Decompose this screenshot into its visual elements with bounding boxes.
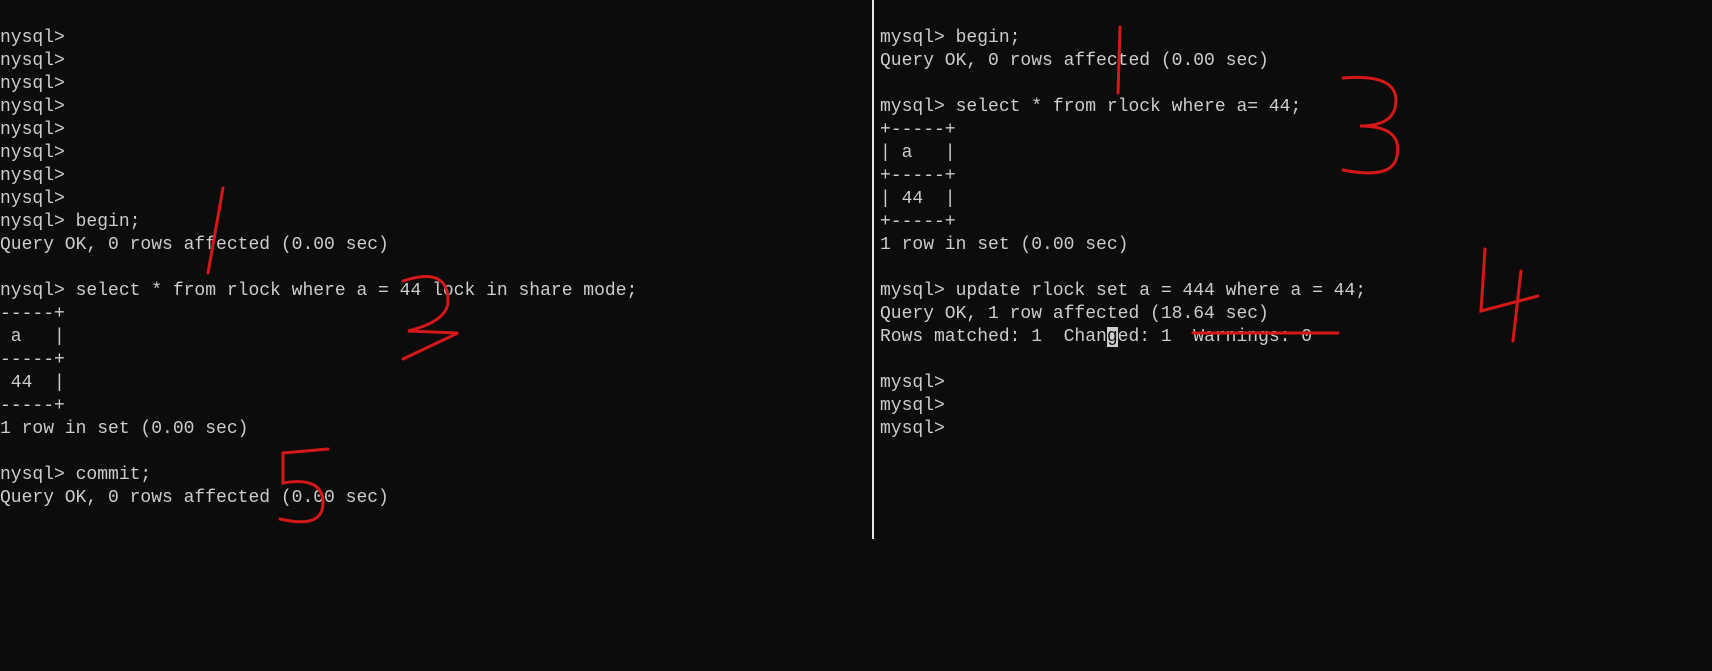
- left-terminal[interactable]: nysql> nysql> nysql> nysql> nysql> nysql…: [0, 0, 874, 539]
- terminal-output-right: mysql> begin; Query OK, 0 rows affected …: [880, 27, 1712, 441]
- right-terminal[interactable]: mysql> begin; Query OK, 0 rows affected …: [880, 0, 1712, 539]
- terminal-output-left: nysql> nysql> nysql> nysql> nysql> nysql…: [0, 27, 872, 510]
